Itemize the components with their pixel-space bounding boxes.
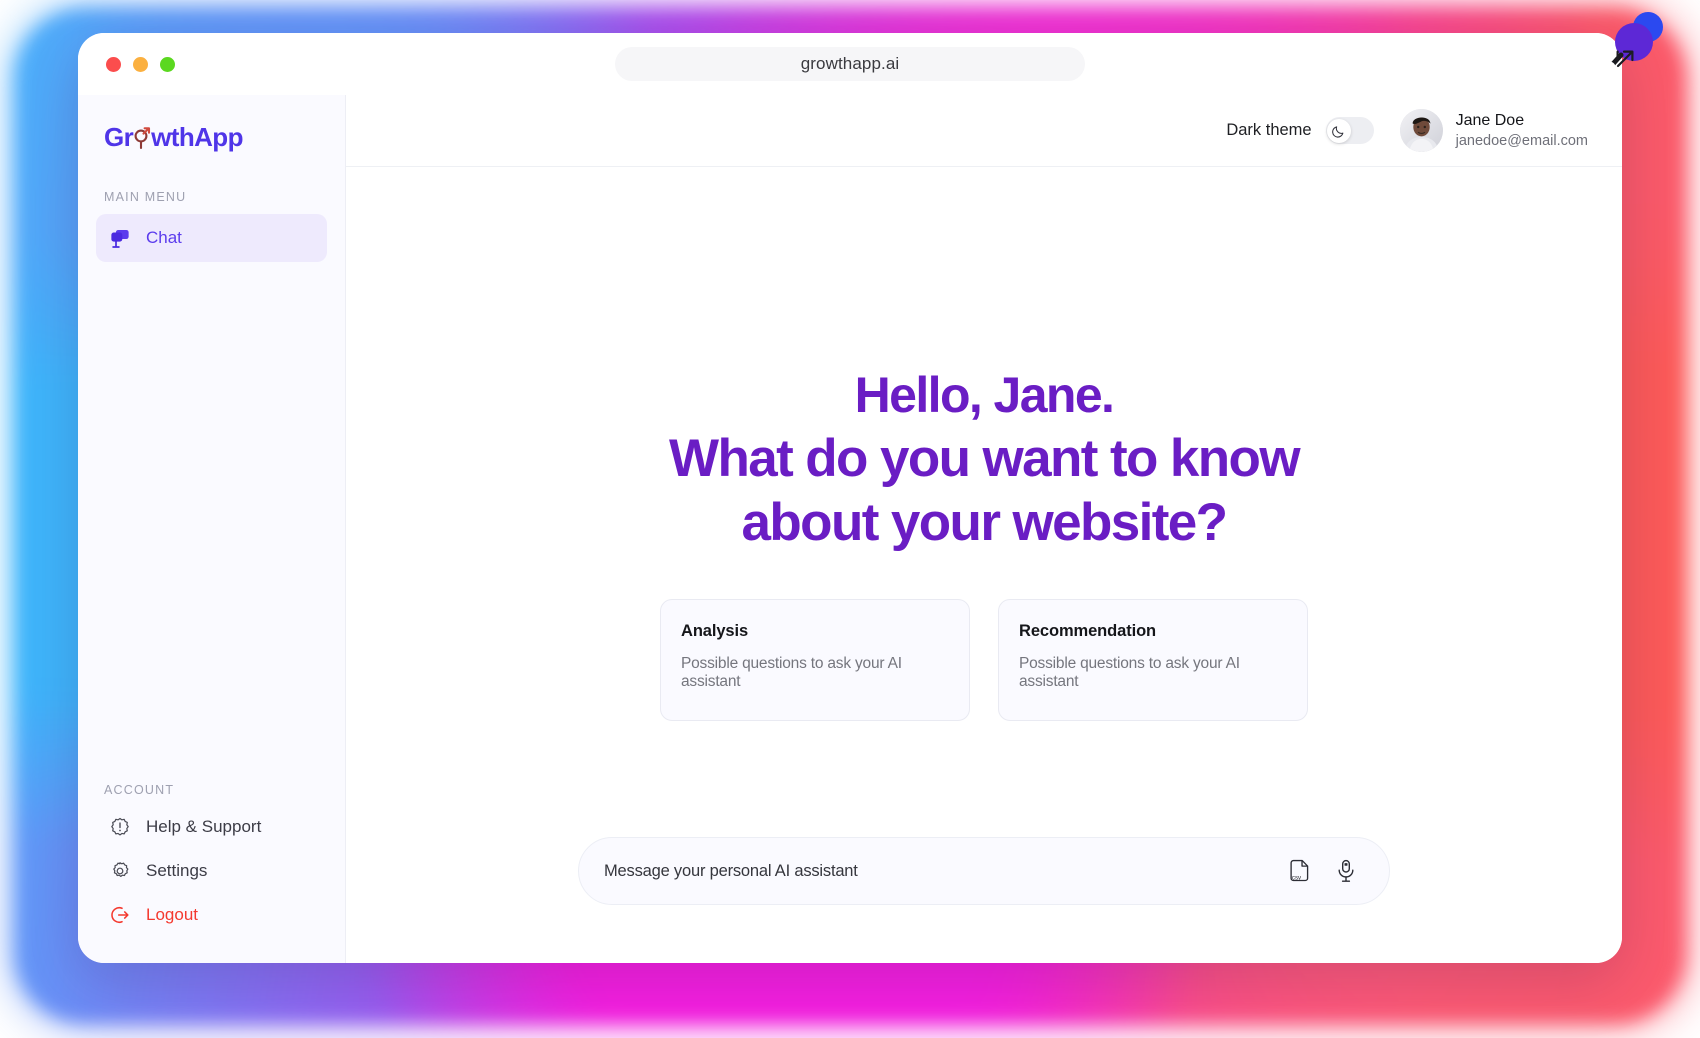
message-input[interactable] (604, 861, 1271, 881)
main-menu-label: MAIN MENU (104, 190, 187, 204)
sidebar: Gr wthApp MAIN MENU Chat ACCOUNT Help & … (78, 95, 346, 963)
sidebar-item-help-support[interactable]: Help & Support (96, 805, 327, 849)
app-shell: Gr wthApp MAIN MENU Chat ACCOUNT Help & … (78, 95, 1622, 963)
url-bar[interactable]: growthapp.ai (615, 47, 1085, 81)
sidebar-item-label: Chat (146, 228, 182, 247)
top-bar: Dark theme Jane Doe janedoe@email.com (346, 95, 1622, 167)
close-window-button[interactable] (106, 56, 121, 72)
minimize-window-button[interactable] (133, 56, 148, 72)
browser-chrome-bar: growthapp.ai (78, 33, 1622, 95)
suggestion-card-recommendation[interactable]: Recommendation Possible questions to ask… (998, 599, 1308, 721)
card-title: Analysis (681, 622, 749, 640)
page-backdrop: growthapp.ai Gr wthApp MAIN MENU Chat AC… (0, 0, 1700, 1038)
person-arrow-icon (132, 124, 152, 150)
account-label: ACCOUNT (104, 783, 175, 797)
hero-line-3: about your website? (741, 493, 1229, 552)
maximize-window-button[interactable] (160, 56, 175, 72)
svg-text:csv: csv (1291, 874, 1301, 881)
sidebar-item-label: Logout (146, 905, 198, 924)
profile-email: janedoe@email.com (1455, 132, 1588, 149)
logo-prefix: Gr (104, 121, 134, 152)
gear-icon (110, 861, 130, 881)
suggestion-card-analysis[interactable]: Analysis Possible questions to ask your … (660, 599, 970, 721)
hero-line-2: What do you want to know (669, 429, 1301, 488)
sidebar-item-logout[interactable]: Logout (96, 893, 327, 937)
logout-icon (110, 905, 130, 925)
dark-theme-toggle[interactable] (1325, 117, 1374, 144)
microphone-icon[interactable] (1329, 854, 1363, 888)
moon-icon (1332, 125, 1344, 138)
csv-file-icon[interactable]: csv (1283, 854, 1317, 888)
sidebar-item-settings[interactable]: Settings (96, 849, 327, 893)
traffic-lights (106, 56, 175, 72)
logo-suffix: wthApp (151, 121, 243, 152)
card-subtitle: Possible questions to ask your AI assist… (681, 655, 902, 690)
user-profile[interactable]: Jane Doe janedoe@email.com (1399, 109, 1588, 152)
card-subtitle: Possible questions to ask your AI assist… (1019, 655, 1240, 690)
hero-heading: Hello, Jane. What do you want to know ab… (669, 363, 1301, 555)
chat-empty-state: Hello, Jane. What do you want to know ab… (346, 167, 1622, 963)
hero-line-1: Hello, Jane. (854, 367, 1115, 423)
dark-theme-label: Dark theme (1226, 121, 1312, 139)
main-content: Dark theme Jane Doe janedoe@email.com He… (346, 95, 1622, 963)
chat-bubbles-icon (110, 228, 130, 248)
app-logo[interactable]: Gr wthApp (104, 120, 345, 154)
sidebar-item-label: Settings (146, 861, 208, 880)
sidebar-item-chat[interactable]: Chat (96, 214, 327, 262)
profile-name: Jane Doe (1455, 111, 1525, 129)
message-composer: csv (578, 837, 1390, 905)
suggestion-cards: Analysis Possible questions to ask your … (660, 599, 1308, 721)
sidebar-item-label: Help & Support (146, 817, 262, 836)
url-text: growthapp.ai (800, 54, 900, 73)
avatar (1399, 109, 1443, 152)
card-title: Recommendation (1019, 622, 1157, 640)
help-badge-icon (110, 817, 130, 837)
sidebar-account-section: ACCOUNT Help & Support Settings Logout (78, 783, 345, 963)
profile-text: Jane Doe janedoe@email.com (1456, 110, 1588, 151)
toggle-knob (1327, 118, 1352, 143)
browser-window: growthapp.ai Gr wthApp MAIN MENU Chat AC… (78, 33, 1622, 963)
dark-theme-control: Dark theme (1226, 117, 1374, 144)
